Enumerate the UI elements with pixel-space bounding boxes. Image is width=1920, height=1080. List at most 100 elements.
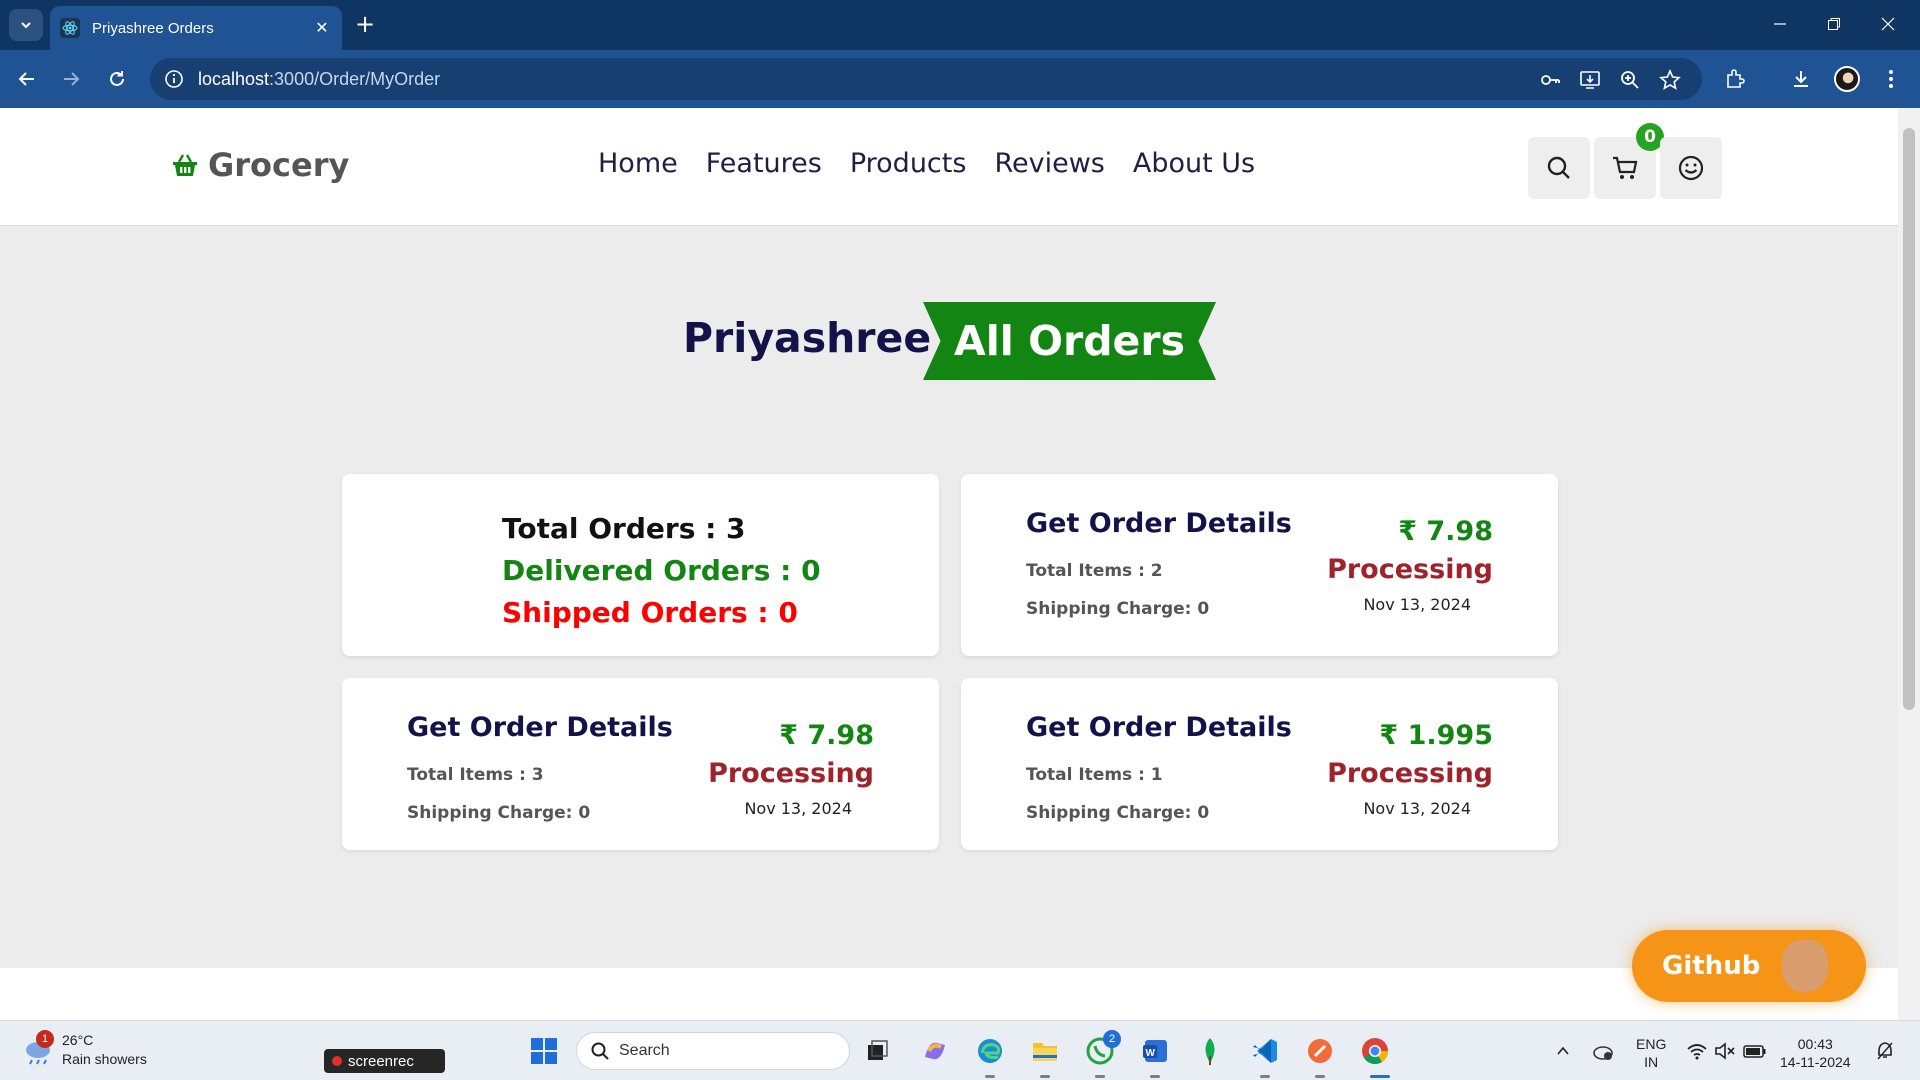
order-price: ₹ 7.98 <box>779 720 874 751</box>
nav-home[interactable]: Home <box>598 148 678 179</box>
edge-icon[interactable] <box>973 1034 1007 1068</box>
edge-running-indicator <box>985 1075 995 1078</box>
order-details-link[interactable]: Get Order Details <box>1026 508 1292 539</box>
github-button[interactable]: Github <box>1632 930 1866 1002</box>
menu-kebab-icon[interactable] <box>1876 64 1906 94</box>
weather-alert-badge: 1 <box>36 1030 54 1048</box>
mongodb-icon[interactable] <box>1193 1034 1227 1068</box>
reload-icon <box>110 71 124 86</box>
windows-start-icon[interactable] <box>527 1034 561 1068</box>
info-icon[interactable] <box>164 69 184 89</box>
profile-button[interactable] <box>1660 137 1722 199</box>
taskbar-search[interactable]: Search <box>576 1032 850 1070</box>
volume-muted-icon[interactable] <box>1708 1034 1742 1068</box>
tab-search-button[interactable] <box>9 9 43 41</box>
clock[interactable]: 00:43 14-11-2024 <box>1780 1035 1851 1071</box>
taskbar-search-label: Search <box>619 1042 670 1059</box>
order-details-link[interactable]: Get Order Details <box>407 712 673 743</box>
owner-name: Priyashree <box>683 314 932 362</box>
vscode-icon[interactable] <box>1248 1034 1282 1068</box>
screenrec-widget[interactable]: screenrec <box>324 1049 445 1073</box>
order-price: ₹ 1.995 <box>1379 720 1493 751</box>
search-icon <box>1547 156 1570 179</box>
minimize-icon <box>1774 23 1786 25</box>
profile-avatar[interactable] <box>1834 66 1860 92</box>
weather-text: 26°C Rain showers <box>62 1032 147 1067</box>
nav-about-us[interactable]: About Us <box>1133 148 1255 179</box>
nav-reviews[interactable]: Reviews <box>994 148 1104 179</box>
footer-section <box>0 968 1898 1020</box>
download-icon[interactable] <box>1786 64 1816 94</box>
back-button[interactable] <box>12 64 42 94</box>
order-total-items: Total Items : 3 <box>407 765 544 785</box>
svg-text:W: W <box>1146 1048 1156 1059</box>
weather-widget[interactable]: 1 26°C Rain showers <box>22 1030 147 1069</box>
order-card[interactable]: Get Order Details Total Items : 3 Shippi… <box>342 678 939 850</box>
smiley-icon <box>1678 155 1704 181</box>
react-icon <box>60 18 80 38</box>
browser-tab[interactable]: Priyashree Orders ✕ <box>50 6 342 50</box>
task-view-icon[interactable] <box>861 1034 895 1068</box>
windows-taskbar: 1 26°CRain showers screenrec Search 2 W <box>0 1020 1920 1080</box>
install-app-icon[interactable] <box>1578 68 1602 92</box>
explorer-running-indicator <box>1040 1075 1050 1078</box>
order-date: Nov 13, 2024 <box>744 799 852 818</box>
battery-icon[interactable] <box>1738 1034 1772 1068</box>
memoji-avatar-icon <box>1782 940 1828 992</box>
record-dot-icon <box>332 1056 342 1066</box>
address-bar[interactable]: localhost:3000/Order/MyOrder <box>150 58 1702 100</box>
extensions-icon[interactable] <box>1720 64 1750 94</box>
minimize-button[interactable] <box>1752 8 1808 40</box>
order-total-items: Total Items : 2 <box>1026 561 1163 581</box>
key-icon[interactable] <box>1538 68 1562 92</box>
order-date: Nov 13, 2024 <box>1363 799 1471 818</box>
order-details-link[interactable]: Get Order Details <box>1026 712 1292 743</box>
order-price: ₹ 7.98 <box>1398 516 1493 547</box>
delivered-orders: Delivered Orders : 0 <box>502 554 821 587</box>
reload-button[interactable] <box>102 64 132 94</box>
nav-features[interactable]: Features <box>706 148 822 179</box>
language-indicator[interactable]: ENG IN <box>1636 1035 1666 1071</box>
onedrive-sync-icon[interactable] <box>1586 1034 1620 1068</box>
restore-icon <box>1828 18 1840 30</box>
order-shipping-charge: Shipping Charge: 0 <box>1026 599 1210 619</box>
order-status: Processing <box>1327 554 1493 585</box>
close-window-button[interactable] <box>1860 8 1916 40</box>
arrow-left-icon <box>18 72 34 86</box>
notifications-bell-icon[interactable] <box>1868 1034 1902 1068</box>
scrollbar-thumb[interactable] <box>1903 128 1915 710</box>
file-explorer-icon[interactable] <box>1028 1034 1062 1068</box>
github-label: Github <box>1662 951 1761 981</box>
nav-products[interactable]: Products <box>850 148 967 179</box>
order-card[interactable]: Get Order Details Total Items : 2 Shippi… <box>961 474 1558 656</box>
word-icon[interactable]: W <box>1138 1034 1172 1068</box>
chevron-down-icon <box>21 22 31 29</box>
forward-button[interactable] <box>56 64 86 94</box>
copilot-icon[interactable] <box>918 1034 952 1068</box>
url-text: localhost:3000/Order/MyOrder <box>198 68 441 89</box>
site-header: Grocery Home Features Products Reviews A… <box>0 108 1898 226</box>
zoom-icon[interactable] <box>1618 68 1642 92</box>
all-orders-banner: All Orders <box>923 302 1216 380</box>
order-shipping-charge: Shipping Charge: 0 <box>407 803 591 823</box>
tab-close-icon[interactable]: ✕ <box>312 18 332 38</box>
order-status: Processing <box>708 758 874 789</box>
close-icon <box>1881 17 1895 31</box>
whatsapp-icon[interactable]: 2 <box>1083 1030 1121 1068</box>
order-card[interactable]: Get Order Details Total Items : 1 Shippi… <box>961 678 1558 850</box>
browser-toolbar: localhost:3000/Order/MyOrder <box>0 50 1920 108</box>
order-date: Nov 13, 2024 <box>1363 595 1471 614</box>
show-hidden-icons-chevron-icon[interactable] <box>1546 1034 1580 1068</box>
bookmark-star-icon[interactable] <box>1658 68 1682 92</box>
restore-button[interactable] <box>1806 8 1862 40</box>
search-button[interactable] <box>1528 137 1590 199</box>
postman-icon[interactable] <box>1303 1034 1337 1068</box>
rain-cloud-icon: 1 <box>22 1030 54 1066</box>
chrome-icon[interactable] <box>1358 1034 1392 1068</box>
new-tab-button[interactable]: + <box>352 12 378 38</box>
tab-title: Priyashree Orders <box>92 19 214 37</box>
total-orders: Total Orders : 3 <box>502 512 746 545</box>
whatsapp-running-indicator <box>1095 1075 1105 1078</box>
page-scrollbar[interactable] <box>1898 108 1920 1020</box>
site-logo[interactable]: Grocery <box>172 146 349 184</box>
